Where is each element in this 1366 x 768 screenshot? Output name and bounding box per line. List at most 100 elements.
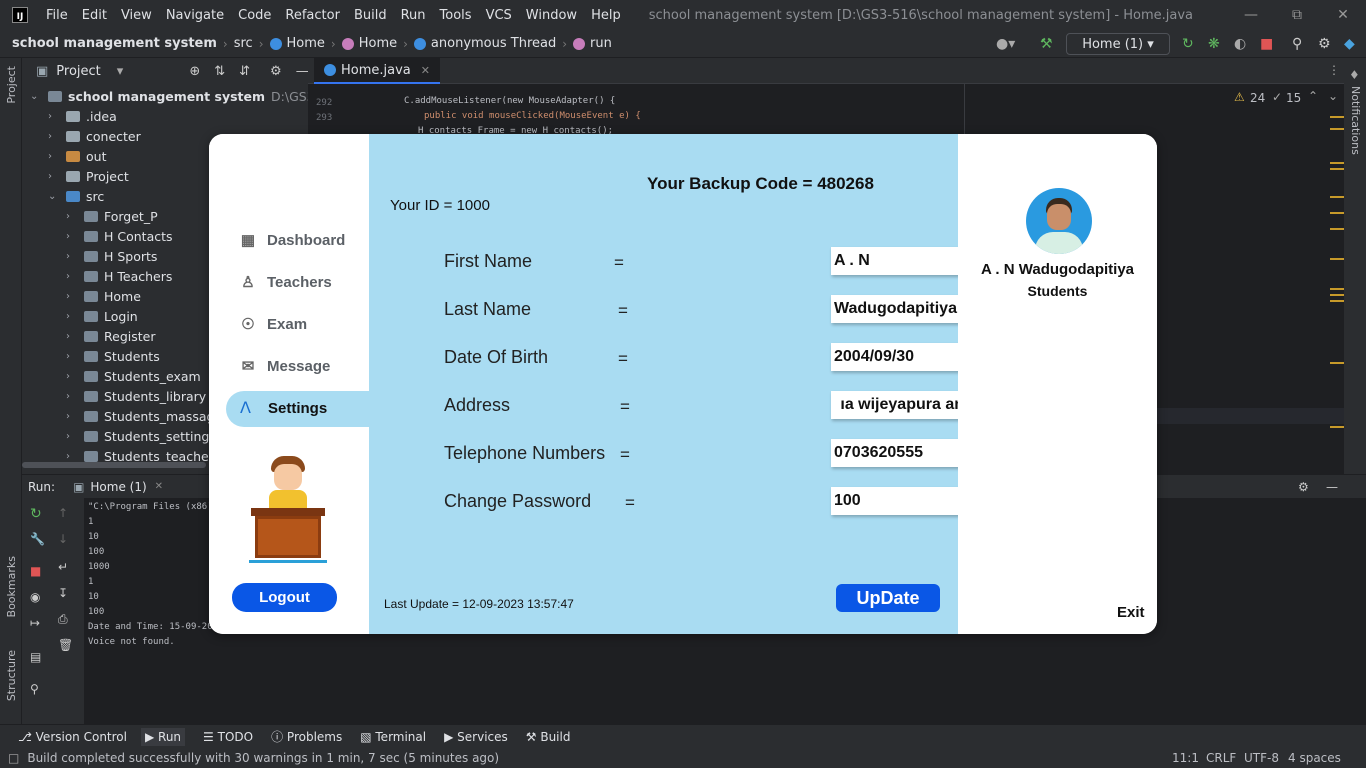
tab-terminal[interactable]: ▧ Terminal (360, 730, 426, 744)
camera-icon[interactable]: ◉ (30, 590, 40, 604)
tab-services[interactable]: ▶ Services (444, 730, 508, 744)
chevron-up-icon[interactable]: ⌃ (1308, 89, 1318, 103)
tree-item[interactable]: › Project (48, 166, 129, 186)
build-hammer-icon[interactable]: ⚒ (1040, 36, 1053, 52)
rerun-icon[interactable]: ↻ (30, 506, 42, 522)
horizontal-scrollbar[interactable] (22, 462, 206, 468)
coverage-icon[interactable]: ◐ (1234, 36, 1246, 52)
nav-settings[interactable]: Λ Settings (226, 391, 386, 427)
error-stripe[interactable] (1330, 116, 1344, 428)
breadcrumb-home-file[interactable]: Home (269, 36, 325, 51)
bookmarks-tool-tab[interactable]: Bookmarks (5, 556, 18, 617)
rerun-icon[interactable]: ↻ (1182, 36, 1194, 52)
tab-version-control[interactable]: ⎇ Version Control (18, 730, 127, 744)
stop-icon[interactable]: ■ (1260, 36, 1273, 52)
print-icon[interactable]: ⎙ (58, 612, 68, 627)
debug-icon[interactable]: ❋ (1208, 36, 1220, 52)
chevron-right-icon[interactable]: › (66, 331, 84, 342)
tree-item[interactable]: › H Sports (66, 246, 157, 266)
run-tab[interactable]: Home (1) (90, 480, 146, 494)
scroll-end-icon[interactable]: ↧ (58, 586, 68, 600)
tab-todo[interactable]: ☰ TODO (203, 730, 253, 744)
search-icon[interactable]: ⚲ (1292, 36, 1302, 52)
tree-item[interactable]: ⌄ src (48, 186, 104, 206)
chevron-down-icon[interactable]: ⌄ (1328, 89, 1338, 103)
restore-icon[interactable]: ⧉ (1274, 0, 1320, 30)
minimize-icon[interactable]: — (1228, 0, 1274, 30)
tab-home-java[interactable]: Home.java ✕ (314, 58, 440, 84)
stop-icon[interactable]: ■ (30, 564, 41, 578)
chevron-right-icon[interactable]: › (66, 451, 84, 462)
weak-warning-icon[interactable]: ✓ (1272, 90, 1282, 104)
more-icon[interactable]: ⋮ (1328, 63, 1340, 77)
nav-message[interactable]: ✉ Message (239, 351, 331, 381)
tab-build[interactable]: ⚒ Build (526, 730, 571, 744)
tab-problems[interactable]: ⓘ Problems (271, 728, 342, 745)
menu-navigate[interactable]: Navigate (166, 8, 224, 23)
menu-tools[interactable]: Tools (440, 8, 472, 23)
project-tool-tab[interactable]: Project (5, 66, 18, 104)
tree-item[interactable]: › conecter (48, 126, 141, 146)
tree-item[interactable]: › Students (66, 346, 160, 366)
collapse-all-icon[interactable]: ⇵ (239, 64, 250, 79)
menu-help[interactable]: Help (591, 8, 621, 23)
locate-icon[interactable]: ⊕ (189, 64, 200, 79)
trash-icon[interactable]: 🗑 (58, 638, 73, 652)
up-arrow-icon[interactable]: ↑ (58, 506, 68, 520)
nav-exam[interactable]: ☉ Exam (239, 309, 307, 339)
chevron-right-icon[interactable]: › (66, 211, 84, 222)
hide-icon[interactable]: — (296, 64, 309, 79)
chevron-right-icon[interactable]: › (66, 371, 84, 382)
hide-icon[interactable]: — (1326, 480, 1338, 494)
chevron-down-icon[interactable]: ⌄ (48, 191, 66, 202)
chevron-right-icon[interactable]: › (66, 251, 84, 262)
close-tab-icon[interactable]: ✕ (421, 64, 430, 77)
menu-view[interactable]: View (121, 8, 152, 23)
line-separator[interactable]: CRLF (1206, 751, 1236, 765)
project-view-select[interactable]: Project (56, 64, 100, 79)
close-tab-icon[interactable]: ✕ (155, 481, 163, 492)
tab-run[interactable]: ▶ Run (140, 727, 186, 746)
menu-edit[interactable]: Edit (82, 8, 107, 23)
tree-item[interactable]: › Students_settings (66, 426, 216, 446)
tree-item[interactable]: › Login (66, 306, 138, 326)
gear-icon[interactable]: ⚙ (270, 64, 282, 79)
caret-position[interactable]: 11:1 (1172, 751, 1199, 765)
menu-file[interactable]: File (46, 8, 68, 23)
bell-icon[interactable]: ♦ (1349, 68, 1360, 82)
gear-icon[interactable]: ⚙ (1318, 36, 1331, 52)
wrench-icon[interactable]: 🔧 (30, 532, 45, 546)
indent-setting[interactable]: 4 spaces (1288, 751, 1341, 765)
menu-refactor[interactable]: Refactor (285, 8, 340, 23)
tree-item[interactable]: › out (48, 146, 106, 166)
chevron-down-icon[interactable]: ⌄ (30, 91, 48, 102)
nav-dashboard[interactable]: ▦ Dashboard (239, 225, 345, 255)
chevron-right-icon[interactable]: › (66, 311, 84, 322)
structure-tool-tab[interactable]: Structure (5, 650, 18, 701)
gear-icon[interactable]: ⚙ (1298, 480, 1309, 494)
chevron-right-icon[interactable]: › (66, 431, 84, 442)
file-encoding[interactable]: UTF-8 (1244, 751, 1279, 765)
menu-run[interactable]: Run (401, 8, 426, 23)
down-arrow-icon[interactable]: ↓ (58, 532, 68, 546)
tree-item[interactable]: › Students_library (66, 386, 206, 406)
tree-item[interactable]: › H Contacts (66, 226, 173, 246)
menu-window[interactable]: Window (526, 8, 577, 23)
tree-item[interactable]: › H Teachers (66, 266, 172, 286)
expand-all-icon[interactable]: ⇅ (214, 64, 225, 79)
login-icon[interactable]: ↦ (30, 616, 40, 630)
user-icon[interactable]: ●▾ (996, 36, 1015, 52)
breadcrumb-thread[interactable]: anonymous Thread (413, 36, 556, 51)
breadcrumb-project[interactable]: school management system (12, 36, 217, 51)
chevron-right-icon[interactable]: › (48, 131, 66, 142)
logout-button[interactable]: Logout (232, 583, 337, 612)
soft-wrap-icon[interactable]: ↵ (58, 560, 68, 574)
breadcrumb-src[interactable]: src (234, 36, 253, 51)
update-button[interactable]: UpDate (836, 584, 940, 612)
chevron-right-icon[interactable]: › (66, 391, 84, 402)
tree-item[interactable]: › .idea (48, 106, 117, 126)
menu-build[interactable]: Build (354, 8, 387, 23)
chevron-right-icon[interactable]: › (48, 171, 66, 182)
run-config-select[interactable]: Home (1) ▾ (1066, 33, 1170, 55)
menu-code[interactable]: Code (238, 8, 271, 23)
